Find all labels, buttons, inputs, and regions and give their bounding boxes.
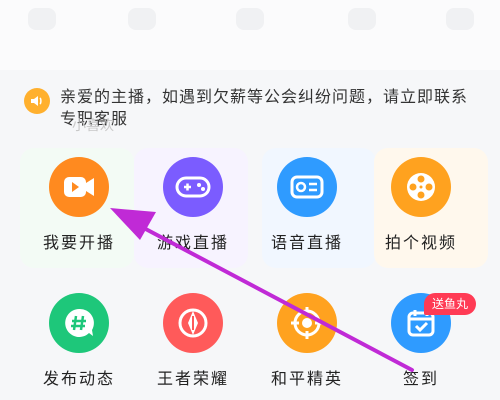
annotation-arrow (110, 208, 414, 372)
